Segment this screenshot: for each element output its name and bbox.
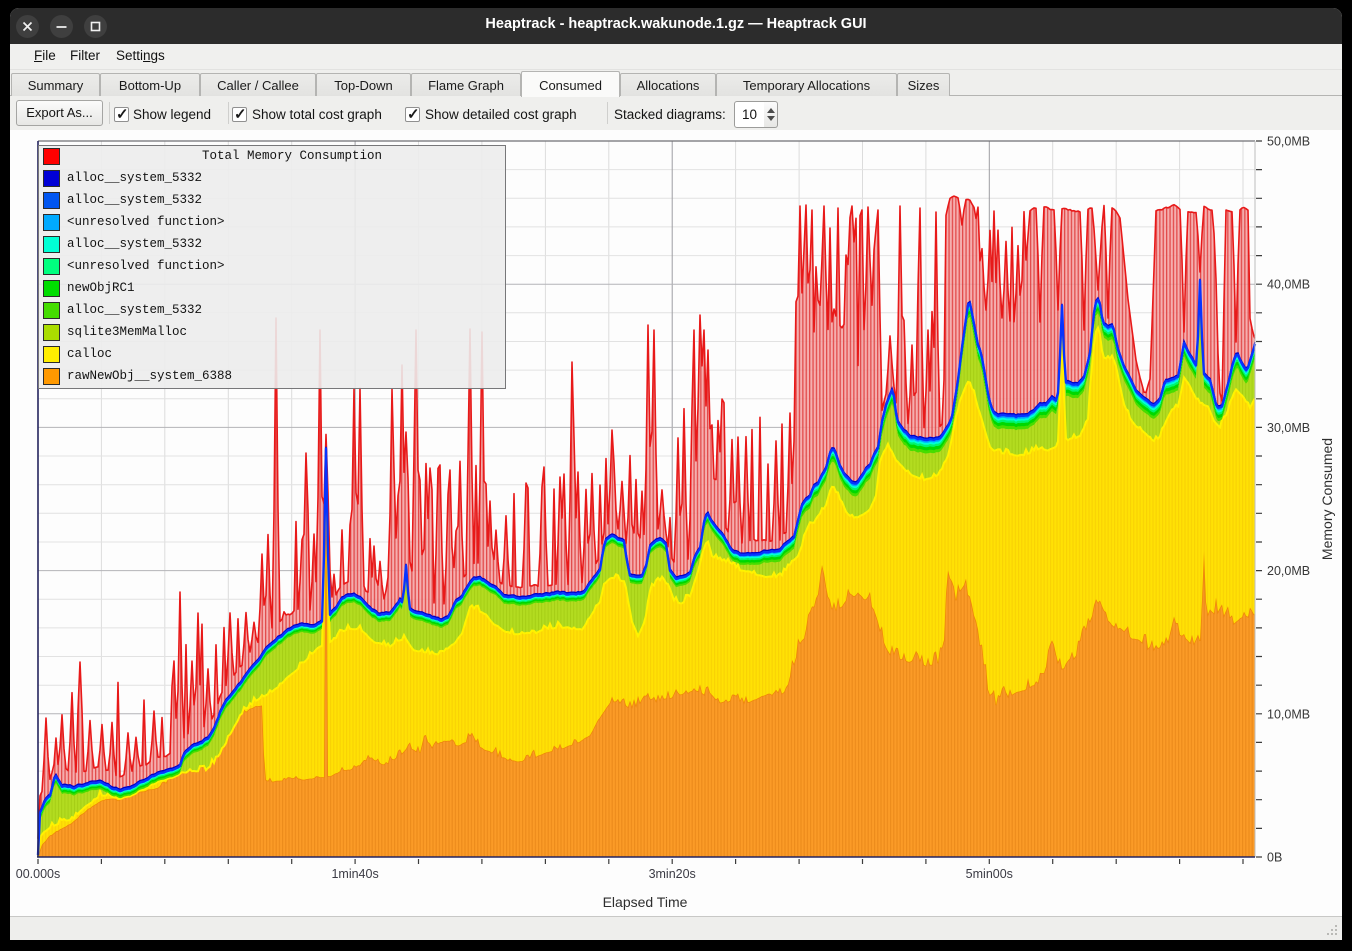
svg-text:Elapsed Time: Elapsed Time [603,894,688,910]
svg-text:50,0MB: 50,0MB [1267,135,1310,149]
svg-text:30,0MB: 30,0MB [1267,421,1310,435]
svg-text:0B: 0B [1267,851,1282,865]
svg-text:5min00s: 5min00s [966,867,1013,881]
svg-text:3min20s: 3min20s [649,867,696,881]
svg-text:00.000s: 00.000s [16,867,60,881]
svg-text:Memory Consumed: Memory Consumed [1319,438,1335,560]
svg-text:20,0MB: 20,0MB [1267,564,1310,578]
svg-text:40,0MB: 40,0MB [1267,278,1310,292]
svg-text:10,0MB: 10,0MB [1267,707,1310,721]
svg-text:1min40s: 1min40s [331,867,378,881]
